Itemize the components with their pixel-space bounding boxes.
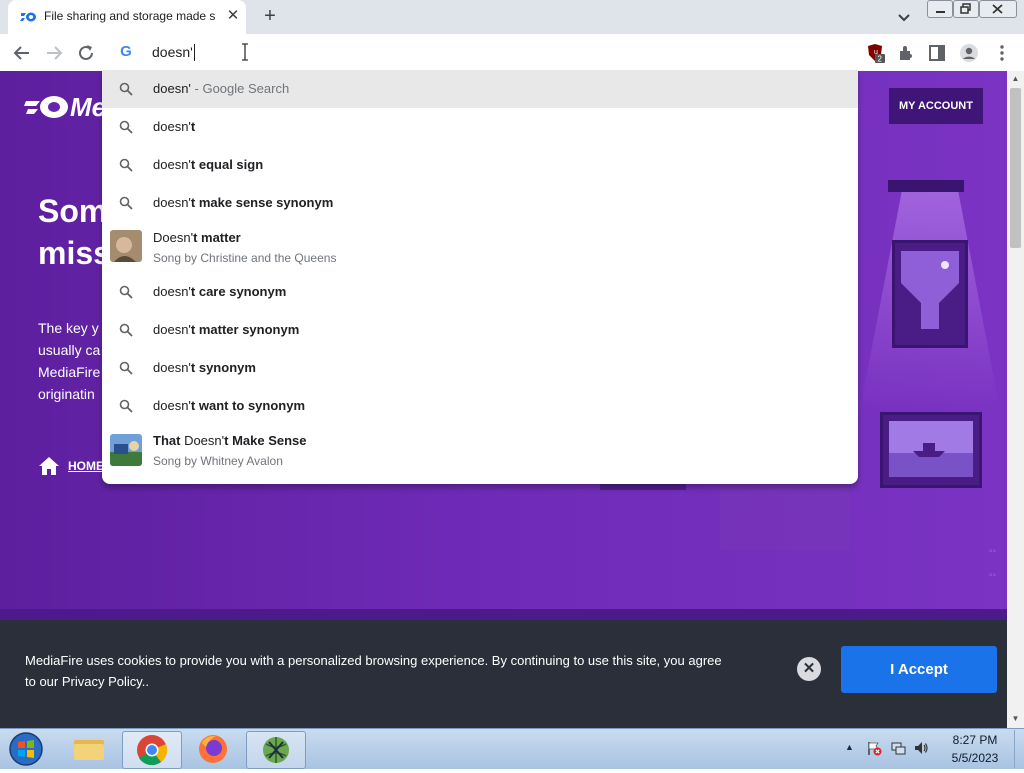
- suggestion-item[interactable]: doesn't equal sign: [102, 146, 858, 184]
- mediafire-logo-text: Me: [70, 92, 107, 122]
- whitney-avalon-thumbnail-icon: [110, 434, 142, 466]
- google-g-icon: G: [120, 43, 132, 60]
- wall-lamp: [888, 180, 964, 192]
- clock-date[interactable]: 5/5/2023: [940, 751, 1010, 765]
- taskbar-file-explorer[interactable]: [60, 731, 118, 767]
- clock-time[interactable]: 8:27 PM: [940, 733, 1010, 747]
- suggestion-text: doesn't matter synonym: [153, 322, 300, 337]
- tab-title: File sharing and storage made si: [44, 9, 216, 23]
- taskbar-chrome[interactable]: [122, 731, 182, 769]
- side-panel-icon[interactable]: [927, 43, 947, 63]
- forward-arrow-icon[interactable]: [43, 42, 65, 64]
- suggestion-item[interactable]: doesn't matter synonym: [102, 311, 858, 349]
- night-scene-icon: [901, 251, 959, 329]
- search-icon: [119, 120, 133, 134]
- hero-body-text: The key y usually ca MediaFire originati…: [38, 320, 101, 402]
- suggestion-text: doesn't synonym: [153, 360, 256, 375]
- taskbar-app[interactable]: [246, 731, 306, 769]
- home-icon[interactable]: [38, 456, 60, 476]
- cookie-close-icon[interactable]: ✕: [797, 657, 821, 681]
- chrome-icon: [137, 735, 168, 766]
- cookie-message: MediaFire uses cookies to provide you wi…: [25, 653, 722, 689]
- search-icon: [119, 196, 133, 210]
- omnibox-suggestions: doesn' - Google Search doesn't doesn't e…: [102, 70, 858, 484]
- windows-start-orb-icon[interactable]: [7, 731, 45, 767]
- back-arrow-icon[interactable]: [11, 42, 33, 64]
- suggestion-text: Doesn't matter: [153, 230, 241, 245]
- scrollbar-thumb[interactable]: [1010, 88, 1021, 248]
- show-desktop-button[interactable]: [1014, 730, 1024, 768]
- suggestion-text: doesn't equal sign: [153, 157, 264, 172]
- suggestion-text: doesn't want to synonym: [153, 398, 306, 413]
- search-icon: [119, 285, 133, 299]
- action-center-flag-icon[interactable]: [866, 740, 882, 756]
- taskbar-firefox[interactable]: [184, 731, 242, 767]
- ship-scene-icon: [889, 421, 973, 477]
- tab-close-icon[interactable]: ✕: [224, 7, 242, 25]
- reload-icon[interactable]: [75, 42, 97, 64]
- suggestion-item-entity[interactable]: Doesn't matter Song by Christine and the…: [102, 222, 858, 270]
- suggestion-text: doesn't care synonym: [153, 284, 287, 299]
- search-icon: [119, 82, 133, 96]
- window-close-button[interactable]: [979, 0, 1017, 18]
- text-caret: [194, 44, 195, 61]
- window-minimize-button[interactable]: [927, 0, 953, 18]
- tab-mediafire[interactable]: File sharing and storage made si ✕: [8, 0, 246, 34]
- search-icon: [119, 323, 133, 337]
- new-tab-button[interactable]: +: [259, 5, 281, 27]
- profile-avatar-icon[interactable]: [959, 43, 979, 63]
- suggestion-item[interactable]: doesn't make sense synonym: [102, 184, 858, 222]
- suggestion-text: doesn't: [153, 119, 196, 134]
- ibeam-cursor-icon: [242, 43, 248, 61]
- suggestion-item[interactable]: doesn't want to synonym: [102, 387, 858, 425]
- scroll-up-arrow-icon[interactable]: ▲: [1010, 74, 1021, 84]
- restore-icon: [960, 3, 971, 14]
- wall-picture-night: [892, 240, 968, 348]
- suggestion-item[interactable]: doesn't synonym: [102, 349, 858, 387]
- minimize-icon: [936, 11, 945, 13]
- network-status-icon[interactable]: [890, 740, 906, 756]
- wall-panel: [720, 480, 850, 550]
- suggestion-item[interactable]: doesn't care synonym: [102, 273, 858, 311]
- wall-outlet-icon: ▫▫ ▫▫: [989, 546, 997, 581]
- accept-cookies-button[interactable]: I Accept: [841, 646, 997, 693]
- scroll-down-arrow-icon[interactable]: ▼: [1010, 714, 1021, 724]
- my-account-button[interactable]: MY ACCOUNT: [889, 88, 983, 124]
- wall-picture-ship: [880, 412, 982, 488]
- suggestion-text: doesn't make sense synonym: [153, 195, 334, 210]
- suggestion-text: That Doesn't Make Sense: [153, 433, 307, 448]
- breadcrumb-home-link[interactable]: HOME: [68, 459, 104, 473]
- suggestion-text: doesn' - Google Search: [153, 81, 290, 96]
- suggestion-item[interactable]: doesn' - Google Search: [102, 70, 858, 108]
- volume-speaker-icon[interactable]: [913, 740, 929, 756]
- extensions-puzzle-icon[interactable]: [896, 43, 916, 63]
- search-icon: [119, 361, 133, 375]
- search-icon: [119, 399, 133, 413]
- christine-and-the-queens-thumbnail-icon: [110, 230, 142, 262]
- firefox-icon: [199, 735, 227, 763]
- close-icon: [992, 4, 1003, 14]
- network-globe-icon: [263, 737, 289, 763]
- svg-text:2: 2: [878, 55, 883, 64]
- ublock-shield-icon[interactable]: u 2: [865, 43, 885, 63]
- suggestion-subtitle: Song by Whitney Avalon: [153, 454, 283, 468]
- suggestion-item[interactable]: doesn't: [102, 108, 858, 146]
- mediafire-favicon-icon: [20, 12, 36, 22]
- tray-show-hidden-icon[interactable]: ▲: [845, 742, 855, 752]
- tab-search-chevron-icon[interactable]: [895, 8, 913, 26]
- suggestion-subtitle: Song by Christine and the Queens: [153, 251, 337, 265]
- suggestion-item-entity[interactable]: That Doesn't Make Sense Song by Whitney …: [102, 426, 858, 474]
- window-restore-button[interactable]: [953, 0, 979, 18]
- folder-icon: [74, 740, 104, 760]
- search-icon: [119, 158, 133, 172]
- kebab-menu-icon[interactable]: [992, 43, 1012, 63]
